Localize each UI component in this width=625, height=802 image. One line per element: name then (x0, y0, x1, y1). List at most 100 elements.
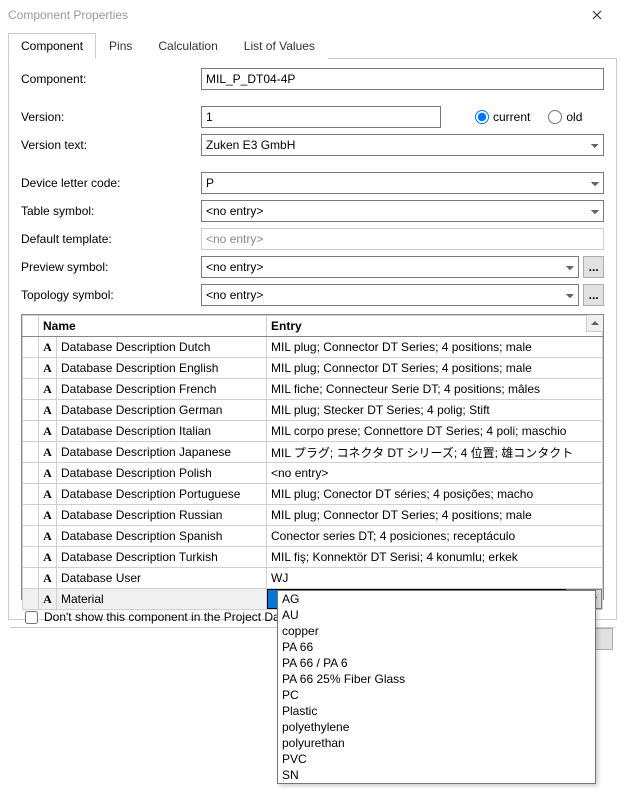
dropdown-option[interactable]: polyurethan (278, 735, 595, 751)
row-name: Database User (57, 568, 267, 589)
grid-col-name[interactable]: Name (39, 316, 267, 337)
row-entry[interactable]: <no entry> (267, 463, 603, 484)
attribute-icon: A (39, 568, 57, 589)
dont-show-label: Don't show this component in the Project… (44, 610, 296, 624)
row-name: Database Description Spanish (57, 526, 267, 547)
partial-button[interactable] (595, 628, 613, 650)
attribute-icon: A (39, 505, 57, 526)
row-name: Database Description Dutch (57, 337, 267, 358)
row-name: Database Description English (57, 358, 267, 379)
version-field[interactable] (201, 106, 441, 128)
topology-symbol-browse-button[interactable]: ... (583, 284, 604, 306)
row-entry[interactable]: MIL plug; Stecker DT Series; 4 polig; St… (267, 400, 603, 421)
dropdown-option[interactable]: AU (278, 607, 595, 623)
version-text-label: Version text: (21, 138, 201, 152)
attribute-icon: A (39, 337, 57, 358)
row-entry[interactable]: MIL プラグ; コネクタ DT シリーズ; 4 位置; 雄コンタクト (267, 442, 603, 463)
row-entry[interactable]: MIL plug; Conector DT séries; 4 posições… (267, 484, 603, 505)
table-row[interactable]: ADatabase Description ItalianMIL corpo p… (23, 421, 603, 442)
topology-symbol-label: Topology symbol: (21, 288, 201, 302)
attribute-icon: A (39, 400, 57, 421)
row-name: Database Description Portuguese (57, 484, 267, 505)
tab-component[interactable]: Component (8, 33, 96, 59)
row-name: Database Description Russian (57, 505, 267, 526)
default-template-label: Default template: (21, 232, 201, 246)
table-row[interactable]: ADatabase Description RussianMIL plug; C… (23, 505, 603, 526)
preview-symbol-browse-button[interactable]: ... (583, 256, 604, 278)
attribute-icon: A (39, 442, 57, 463)
row-name: Database Description Turkish (57, 547, 267, 568)
row-entry[interactable]: MIL plug; Connector DT Series; 4 positio… (267, 358, 603, 379)
row-entry[interactable]: Conector series DT; 4 posiciones; recept… (267, 526, 603, 547)
dropdown-option[interactable]: AG (278, 591, 595, 607)
tab-list-of-values[interactable]: List of Values (231, 33, 328, 59)
version-label: Version: (21, 110, 201, 124)
row-name: Database Description German (57, 400, 267, 421)
dropdown-option[interactable]: PA 66 / PA 6 (278, 655, 595, 671)
attribute-icon: A (39, 526, 57, 547)
topology-symbol-select[interactable]: <no entry> (201, 284, 579, 306)
row-entry[interactable]: WJ (267, 568, 603, 589)
table-row[interactable]: ADatabase UserWJ (23, 568, 603, 589)
row-entry[interactable]: MIL fiş; Konnektör DT Serisi; 4 konumlu;… (267, 547, 603, 568)
preview-symbol-select[interactable]: <no entry> (201, 256, 579, 278)
device-letter-select[interactable]: P (201, 172, 604, 194)
attribute-icon: A (39, 421, 57, 442)
table-row[interactable]: ADatabase Description GermanMIL plug; St… (23, 400, 603, 421)
dropdown-option[interactable]: PC (278, 687, 595, 703)
dropdown-option[interactable]: SN (278, 767, 595, 783)
attribute-icon: A (39, 379, 57, 400)
table-row[interactable]: ADatabase Description FrenchMIL fiche; C… (23, 379, 603, 400)
material-dropdown[interactable]: AGAUcopperPA 66PA 66 / PA 6PA 66 25% Fib… (277, 590, 596, 784)
default-template-field (201, 228, 604, 250)
tab-pins[interactable]: Pins (96, 33, 145, 59)
row-entry[interactable]: MIL fiche; Connecteur Serie DT; 4 positi… (267, 379, 603, 400)
row-name: Database Description Italian (57, 421, 267, 442)
preview-symbol-label: Preview symbol: (21, 260, 201, 274)
table-row[interactable]: ADatabase Description PortugueseMIL plug… (23, 484, 603, 505)
dropdown-option[interactable]: polyethylene (278, 719, 595, 735)
close-icon (592, 10, 602, 20)
radio-old-input[interactable] (548, 110, 562, 124)
attribute-icon: A (39, 484, 57, 505)
table-symbol-label: Table symbol: (21, 204, 201, 218)
row-name: Material (57, 589, 267, 610)
dropdown-option[interactable]: PA 66 (278, 639, 595, 655)
row-entry[interactable]: MIL corpo prese; Connettore DT Series; 4… (267, 421, 603, 442)
row-entry[interactable]: MIL plug; Connector DT Series; 4 positio… (267, 337, 603, 358)
component-field[interactable] (201, 68, 604, 90)
dropdown-option[interactable]: Plastic (278, 703, 595, 719)
table-row[interactable]: ADatabase Description Polish<no entry> (23, 463, 603, 484)
radio-current-input[interactable] (475, 110, 489, 124)
attribute-icon: A (39, 589, 57, 610)
attributes-grid: Name Entry ADatabase Description DutchMI… (21, 314, 604, 600)
table-row[interactable]: ADatabase Description TurkishMIL fiş; Ko… (23, 547, 603, 568)
row-name: Database Description Japanese (57, 442, 267, 463)
dont-show-checkbox[interactable] (25, 611, 38, 624)
attribute-icon: A (39, 547, 57, 568)
grid-col-entry[interactable]: Entry (267, 316, 603, 337)
radio-old[interactable]: old (548, 110, 582, 124)
radio-current[interactable]: current (475, 110, 530, 124)
attribute-icon: A (39, 463, 57, 484)
dropdown-option[interactable]: PVC (278, 751, 595, 767)
window-title: Component Properties (8, 8, 577, 22)
table-symbol-select[interactable]: <no entry> (201, 200, 604, 222)
tab-content: Component: Version: current old Version … (8, 58, 617, 620)
tabstrip: Component Pins Calculation List of Value… (8, 32, 617, 59)
table-row[interactable]: ADatabase Description SpanishConector se… (23, 526, 603, 547)
scroll-up-arrow[interactable] (586, 315, 603, 332)
row-name: Database Description French (57, 379, 267, 400)
row-entry[interactable]: MIL plug; Connector DT Series; 4 positio… (267, 505, 603, 526)
table-row[interactable]: ADatabase Description DutchMIL plug; Con… (23, 337, 603, 358)
dropdown-option[interactable]: copper (278, 623, 595, 639)
dropdown-option[interactable]: PA 66 25% Fiber Glass (278, 671, 595, 687)
close-button[interactable] (577, 1, 617, 29)
device-letter-label: Device letter code: (21, 176, 201, 190)
table-row[interactable]: ADatabase Description JapaneseMIL プラグ; コ… (23, 442, 603, 463)
table-row[interactable]: ADatabase Description EnglishMIL plug; C… (23, 358, 603, 379)
tab-calculation[interactable]: Calculation (145, 33, 230, 59)
component-label: Component: (21, 72, 201, 86)
row-name: Database Description Polish (57, 463, 267, 484)
version-text-select[interactable]: Zuken E3 GmbH (201, 134, 604, 156)
